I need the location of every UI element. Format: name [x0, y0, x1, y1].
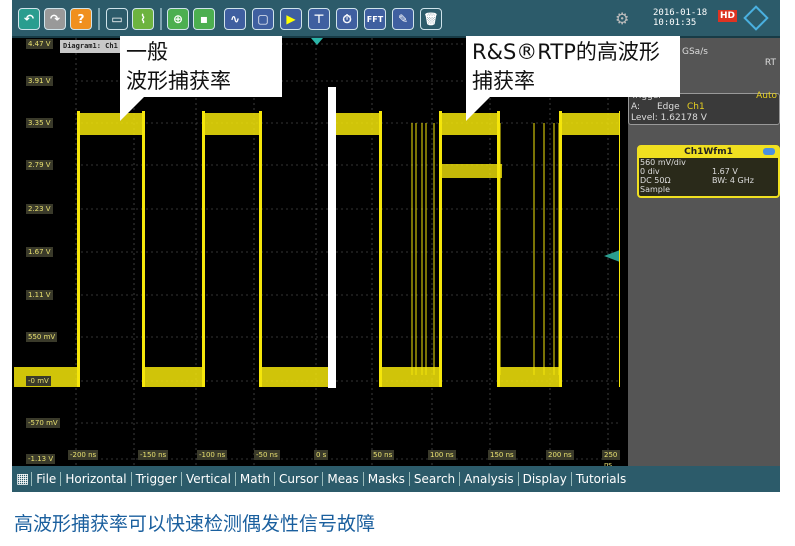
menu-item-display[interactable]: Display: [517, 472, 571, 486]
trace-edge: [142, 111, 145, 387]
menu-item-analysis[interactable]: Analysis: [459, 472, 518, 486]
x-tick-label: -50 ns: [254, 450, 280, 460]
open-folder-icon[interactable]: ▭: [106, 8, 128, 30]
right-panel: GSa/s RT Trigger Auto A: Edge Ch1 Level:…: [620, 38, 780, 466]
menu-item-horizontal[interactable]: Horizontal: [60, 472, 131, 486]
menu-item-trigger[interactable]: Trigger: [130, 472, 181, 486]
y-tick-label: 2.23 V: [26, 204, 53, 214]
glitch-runt: [440, 164, 502, 178]
zoom-icon[interactable]: ⊕: [167, 8, 189, 30]
menu-bar: ▦ File Horizontal Trigger Vertical Math Curso…: [12, 466, 780, 492]
wave-pen-icon[interactable]: ✎: [392, 8, 414, 30]
trace-low-band: [498, 367, 560, 387]
menu-item-cursor[interactable]: Cursor: [273, 472, 323, 486]
menu-item-search[interactable]: Search: [408, 472, 460, 486]
settings-gears-icon[interactable]: ⚙: [615, 9, 629, 28]
wfm-bandwidth: BW: 4 GHz: [712, 176, 754, 185]
caption: 高波形捕获率可以快速检测偶发性信号故障: [14, 513, 376, 535]
callout-left: 一般 波形捕获率: [120, 36, 282, 97]
marker-icon[interactable]: ▶: [280, 8, 302, 30]
waveform-diagram[interactable]: Diagram1: Ch1 4.47 V 3.91 V 3.35 V 2.79 V 2.…: [14, 38, 620, 466]
wfm-acq: Sample: [640, 185, 670, 194]
trigger-box[interactable]: Trigger Auto A: Edge Ch1 Level: 1.62178 …: [628, 91, 780, 125]
trace-high-band: [203, 113, 260, 135]
x-tick-label: 250 ns: [602, 450, 620, 466]
undo-icon[interactable]: ↶: [18, 8, 40, 30]
cursor-icon[interactable]: ⊤: [308, 8, 330, 30]
menu-item-tutorials[interactable]: Tutorials: [570, 472, 631, 486]
x-tick-label: -100 ns: [197, 450, 228, 460]
sample-rate: GSa/s: [682, 47, 708, 57]
y-tick-label: 1.11 V: [26, 290, 53, 300]
x-tick-label: -200 ns: [68, 450, 99, 460]
wfm-scale: 560 mV/div: [640, 158, 686, 167]
y-tick-label: 3.91 V: [26, 76, 53, 86]
binoculars-icon[interactable]: ▪: [193, 8, 215, 30]
x-tick-label: 50 ns: [371, 450, 395, 460]
x-tick-label: 100 ns: [428, 450, 456, 460]
trace-edge: [439, 111, 442, 387]
measure-icon[interactable]: ∿: [224, 8, 246, 30]
ch1-wfm-box[interactable]: Ch1Wfm1 560 mV/div 0 div DC 50Ω Sample 1…: [637, 145, 780, 198]
menu-item-vertical[interactable]: Vertical: [181, 472, 235, 486]
y-tick-label: 3.35 V: [26, 118, 53, 128]
trash-icon[interactable]: 🗑: [420, 8, 442, 30]
trigger-level: Level: 1.62178 V: [631, 113, 707, 123]
trigger-channel: Ch1: [687, 102, 705, 112]
trace-low-band: [260, 367, 332, 387]
y-tick-label: 2.79 V: [26, 160, 53, 170]
y-tick-label: -570 mV: [26, 418, 60, 428]
menu-item-file[interactable]: File: [31, 472, 61, 486]
menu-item-masks[interactable]: Masks: [362, 472, 409, 486]
trigger-mode: Auto: [756, 91, 777, 101]
y-tick-label: -1.13 V: [26, 454, 56, 464]
hd-badge: HD: [718, 10, 738, 22]
trigger-type: Edge: [657, 102, 680, 112]
divider-bar: [328, 87, 336, 388]
trace-low-band: [380, 367, 440, 387]
wfm-offset-v: 1.67 V: [712, 167, 738, 176]
wfm-title: Ch1Wfm1: [639, 147, 778, 158]
y-tick-label: 1.67 V: [26, 247, 53, 257]
x-tick-label: 150 ns: [488, 450, 516, 460]
callout-right: R&S®RTP的高波形 捕获率: [466, 36, 680, 97]
trace-edge: [77, 111, 80, 387]
timer-icon[interactable]: ⏱: [336, 8, 358, 30]
x-tick-label: 0 s: [314, 450, 329, 460]
toolbar: ↶ ↷ ? ▭ ⌇ ⊕ ▪ ∿ ▢ ▶ ⊤ ⏱ FFT ✎ 🗑 ⚙ 2016-0…: [12, 0, 780, 38]
wfm-offset-div: 0 div: [640, 167, 660, 176]
help-icon[interactable]: ?: [70, 8, 92, 30]
trace-high-band: [560, 113, 620, 135]
trace-edge: [379, 111, 382, 387]
rs-logo-icon: [743, 5, 769, 31]
menu-item-math[interactable]: Math: [234, 472, 274, 486]
trace-low-band: [143, 367, 203, 387]
diagram-tab[interactable]: Diagram1: Ch1: [60, 40, 126, 53]
trace-high-band: [332, 113, 380, 135]
datetime: 2016-01-18 10:01:35: [653, 8, 708, 28]
trace-edge: [202, 111, 205, 387]
redo-icon[interactable]: ↷: [44, 8, 66, 30]
wfm-coupling: DC 50Ω: [640, 176, 671, 185]
x-tick-label: -150 ns: [138, 450, 169, 460]
trace-edge: [259, 111, 262, 387]
mask-icon[interactable]: ▢: [252, 8, 274, 30]
y-tick-label: 550 mV: [26, 332, 58, 342]
y-tick-label: -0 mV: [26, 376, 51, 386]
autoset-icon[interactable]: ⌇: [132, 8, 154, 30]
minimize-icon[interactable]: [763, 148, 775, 155]
acq-mode: RT: [764, 58, 776, 68]
waveform-svg: [14, 38, 620, 466]
menu-item-meas[interactable]: Meas: [322, 472, 363, 486]
x-tick-label: 200 ns: [546, 450, 574, 460]
fft-icon[interactable]: FFT: [364, 8, 386, 30]
y-tick-label: 4.47 V: [26, 39, 53, 49]
trigger-source: A:: [631, 102, 641, 112]
apps-grid-icon[interactable]: ▦: [16, 471, 29, 487]
